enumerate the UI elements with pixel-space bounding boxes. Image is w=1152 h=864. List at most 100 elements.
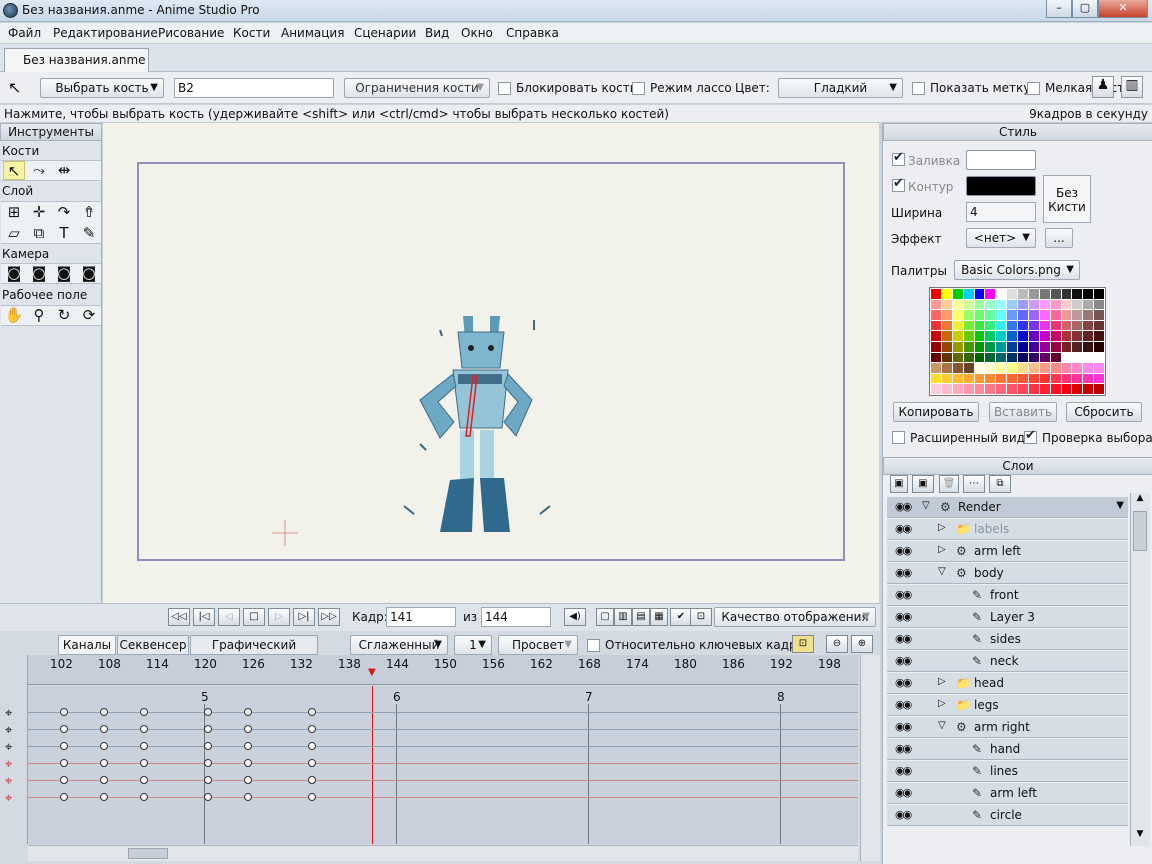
palette-swatch[interactable] xyxy=(931,310,941,320)
tab-sequencer[interactable]: Секвенсер xyxy=(117,635,189,655)
palette-swatch[interactable] xyxy=(974,299,985,310)
translate-icon[interactable]: ✛ xyxy=(28,203,50,222)
camera-pan-icon[interactable]: ◙ xyxy=(3,264,25,283)
visibility-eye-icon[interactable]: ◉◉ xyxy=(895,500,913,513)
maximize-button[interactable]: ▢ xyxy=(1072,0,1098,18)
palette-swatch[interactable] xyxy=(1007,373,1017,384)
palette-swatch[interactable] xyxy=(941,384,952,394)
palette-swatch[interactable] xyxy=(1094,299,1104,310)
palette-swatch[interactable] xyxy=(974,363,985,373)
keyframe[interactable] xyxy=(140,793,148,801)
scroll-down-icon[interactable]: ▼ xyxy=(1133,829,1147,843)
layer-settings-icon[interactable]: ⋯ xyxy=(963,475,985,493)
palette-swatch[interactable] xyxy=(952,352,963,363)
keyframe[interactable] xyxy=(204,776,212,784)
width-field[interactable]: 4 xyxy=(966,202,1036,222)
palette-swatch[interactable] xyxy=(1039,352,1050,363)
palette-swatch[interactable] xyxy=(1072,342,1083,352)
palette-swatch[interactable] xyxy=(952,320,963,331)
keyframe-tracks[interactable]: 5 6 7 8 xyxy=(28,686,858,844)
keyframe[interactable] xyxy=(244,776,252,784)
palette-swatch[interactable] xyxy=(974,342,985,352)
palette-swatch[interactable] xyxy=(952,363,963,373)
layer-row[interactable]: ◉◉ ✎ neck xyxy=(887,651,1128,672)
palette-swatch[interactable] xyxy=(1061,352,1072,363)
lock-bone-checkbox[interactable] xyxy=(498,82,511,95)
palette-swatch[interactable] xyxy=(1061,342,1072,352)
palette-swatch[interactable] xyxy=(1018,289,1028,299)
palette-swatch[interactable] xyxy=(1018,373,1028,384)
keyframe[interactable] xyxy=(244,725,252,733)
palette-swatch[interactable] xyxy=(996,299,1007,310)
palette-swatch[interactable] xyxy=(1028,310,1039,320)
keyframe[interactable] xyxy=(308,776,316,784)
palette-swatch[interactable] xyxy=(1083,373,1094,384)
flip-layer-icon[interactable]: ⇮ xyxy=(78,203,100,222)
bone-color-dropdown[interactable]: Гладкий ▼ xyxy=(778,78,903,98)
palette-swatch[interactable] xyxy=(941,331,952,341)
palette-swatch[interactable] xyxy=(1007,352,1017,363)
palette-swatch[interactable] xyxy=(1007,299,1017,310)
visibility-eye-icon[interactable]: ◉◉ xyxy=(895,654,913,667)
layer-row[interactable]: ◉◉ ▷ 📁 labels xyxy=(887,519,1128,540)
shear-icon[interactable]: ▱ xyxy=(3,224,25,243)
camera-zoom-icon[interactable]: ◙ xyxy=(28,264,50,283)
menu-bones[interactable]: Кости xyxy=(233,26,270,40)
palette-swatch[interactable] xyxy=(1061,289,1072,299)
expand-triangle-icon[interactable]: ▷ xyxy=(938,698,946,709)
duplicate-layer-icon[interactable]: ⧉ xyxy=(989,475,1011,493)
transform-bone-icon[interactable]: ⤳ xyxy=(28,161,50,180)
palette-swatch[interactable] xyxy=(1094,384,1104,394)
palette-swatch[interactable] xyxy=(996,310,1007,320)
palette-swatch[interactable] xyxy=(996,363,1007,373)
palette-swatch[interactable] xyxy=(1018,320,1028,331)
palette-swatch[interactable] xyxy=(1083,299,1094,310)
layer-row[interactable]: ◉◉ ▽ ⚙ body xyxy=(887,563,1128,584)
menu-help[interactable]: Справка xyxy=(506,26,559,40)
palette-swatch[interactable] xyxy=(952,342,963,352)
palette-swatch[interactable] xyxy=(985,363,996,373)
palette-swatch[interactable] xyxy=(931,384,941,394)
expand-triangle-icon[interactable]: ▷ xyxy=(938,676,946,687)
onion-skin-dropdown[interactable]: Просвет ▼ xyxy=(498,635,578,655)
keyframe[interactable] xyxy=(308,708,316,716)
palette-swatch[interactable] xyxy=(985,331,996,341)
tab-channels[interactable]: Каналы xyxy=(58,635,116,655)
interpolation-dropdown[interactable]: Сглаженный ▼ xyxy=(350,635,448,655)
transform-layer-icon[interactable]: ⊞ xyxy=(3,203,25,222)
effect-dropdown[interactable]: <нет> ▼ xyxy=(966,228,1036,248)
palette-swatch[interactable] xyxy=(941,373,952,384)
visibility-eye-icon[interactable]: ◉◉ xyxy=(895,786,913,799)
frame-select-icon[interactable]: ⊡ xyxy=(690,608,712,626)
palette-swatch[interactable] xyxy=(985,342,996,352)
fill-color-swatch[interactable] xyxy=(966,150,1036,170)
keyframe[interactable] xyxy=(100,742,108,750)
palette-swatch[interactable] xyxy=(1028,373,1039,384)
palette-swatch[interactable] xyxy=(931,373,941,384)
palette-swatch[interactable] xyxy=(941,363,952,373)
collapse-triangle-icon[interactable]: ▽ xyxy=(922,500,930,511)
palette-swatch[interactable] xyxy=(985,310,996,320)
palette-swatch[interactable] xyxy=(1072,310,1083,320)
palette-swatch[interactable] xyxy=(1039,320,1050,331)
palette-swatch[interactable] xyxy=(963,320,974,331)
hand-icon[interactable]: ✋ xyxy=(3,306,25,325)
keyframe[interactable] xyxy=(140,776,148,784)
palette-swatch[interactable] xyxy=(996,289,1007,299)
palette-swatch[interactable] xyxy=(1083,363,1094,373)
palette-swatch[interactable] xyxy=(1007,331,1017,341)
palette-swatch[interactable] xyxy=(1094,373,1104,384)
palette-swatch[interactable] xyxy=(931,342,941,352)
palette-swatch[interactable] xyxy=(1083,310,1094,320)
keyframe[interactable] xyxy=(100,776,108,784)
keyframe[interactable] xyxy=(308,759,316,767)
step-dropdown[interactable]: 1 ▼ xyxy=(454,635,492,655)
channel-track[interactable] xyxy=(28,797,858,798)
keyframe[interactable] xyxy=(204,742,212,750)
palette-swatch[interactable] xyxy=(963,363,974,373)
visibility-eye-icon[interactable]: ◉◉ xyxy=(895,522,913,535)
palette-swatch[interactable] xyxy=(1072,363,1083,373)
palette-swatch[interactable] xyxy=(1050,320,1061,331)
palette-swatch[interactable] xyxy=(1050,299,1061,310)
delete-layer-icon[interactable]: 🗑 xyxy=(939,475,959,493)
